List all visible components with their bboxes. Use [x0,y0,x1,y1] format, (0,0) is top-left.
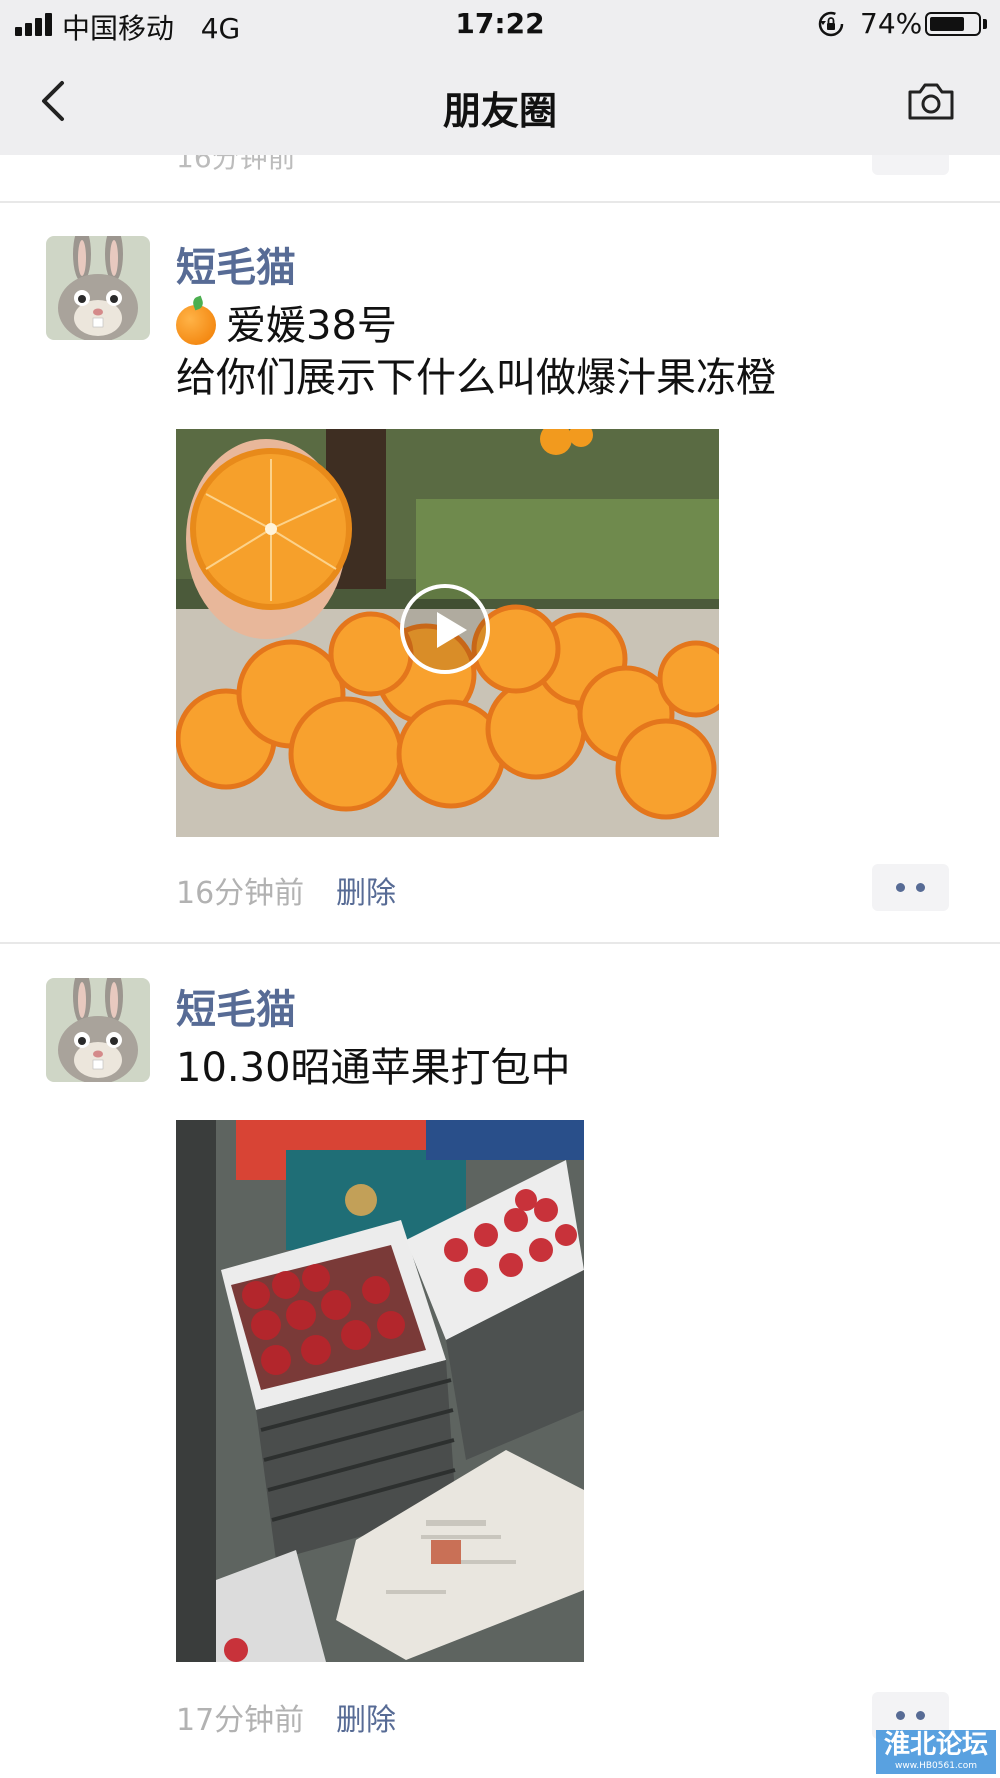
delete-link[interactable]: 删除 [336,1695,396,1739]
dot-icon [916,883,925,892]
forum-watermark: 淮北论坛 www.HB0561.com [876,1730,996,1774]
post-author[interactable]: 短毛猫 [176,977,296,1035]
watermark-url: www.HB0561.com [894,1761,978,1771]
more-options-button[interactable] [872,864,949,911]
post-text-line: 爱媛38号 [176,300,397,352]
battery-icon [925,12,981,36]
dot-icon [896,1711,905,1720]
post-author[interactable]: 短毛猫 [176,235,296,293]
battery-nub [983,19,987,29]
status-time: 17:22 [455,7,545,40]
post-image[interactable] [176,1120,584,1662]
battery-level [930,17,964,31]
post-text-line: 给你们展示下什么叫做爆汁果冻橙 [176,355,776,401]
apples-photo [176,1120,584,1662]
play-icon[interactable] [400,584,490,674]
post-time: 16分钟前 [176,876,305,911]
post-divider [0,201,1000,203]
post-video[interactable] [176,429,719,837]
bunny-avatar-icon [46,978,150,1082]
status-bar: 中国移动 4G 17:22 74% [0,0,1000,50]
post-divider [0,942,1000,944]
delete-link[interactable]: 删除 [336,868,396,912]
battery-percent: 74% [860,7,923,40]
avatar[interactable] [46,978,150,1082]
camera-icon[interactable] [906,80,956,122]
dot-icon [896,883,905,892]
post-text-line: 10.30昭通苹果打包中 [176,1045,571,1091]
tangerine-icon [176,305,216,345]
rotation-lock-icon [818,11,844,37]
post-time: 17分钟前 [176,1703,305,1738]
bunny-avatar-icon [46,236,150,340]
page-title: 朋友圈 [442,89,557,133]
dot-icon [916,1711,925,1720]
top-bar: 中国移动 4G 17:22 74% 朋友圈 [0,0,1000,155]
avatar[interactable] [46,236,150,340]
